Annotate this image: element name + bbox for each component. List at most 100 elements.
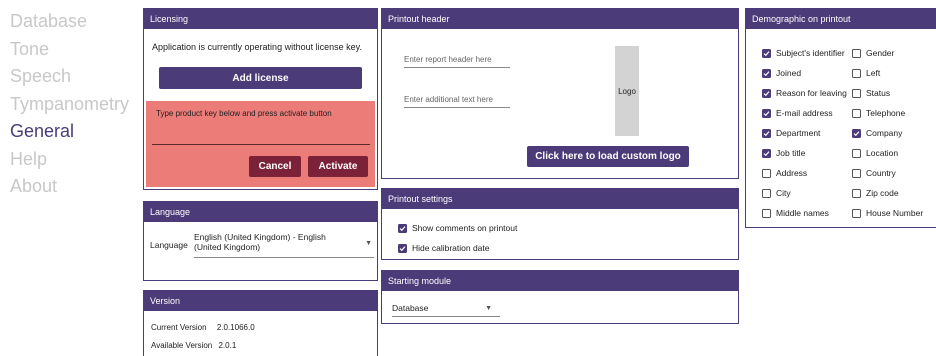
license-key-input[interactable] — [152, 129, 370, 145]
demographic-option-subject-s-identifier[interactable]: Subject's identifier — [762, 48, 845, 58]
language-select[interactable]: English (United Kingdom) - English (Unit… — [194, 232, 374, 258]
checkbox-label: House Number — [866, 208, 924, 218]
nav-item-speech[interactable]: Speech — [10, 63, 140, 91]
checkbox[interactable] — [852, 128, 861, 138]
show-comments-checkbox[interactable] — [398, 223, 407, 233]
checkbox-label: Company — [866, 128, 903, 138]
demographic-option-gender[interactable]: Gender — [852, 48, 894, 58]
hide-calibration-checkbox[interactable] — [398, 243, 407, 253]
starting-module-panel: Starting module Database ▼ — [381, 270, 739, 324]
demographic-option-reason-for-leaving[interactable]: Reason for leaving — [762, 88, 847, 98]
demographic-header: Demographic on printout — [746, 9, 936, 29]
hide-calibration-option[interactable]: Hide calibration date — [398, 243, 490, 253]
checkbox-label: Address — [776, 168, 808, 178]
checkbox[interactable] — [762, 188, 771, 198]
demographic-option-middle-names[interactable]: Middle names — [762, 208, 829, 218]
checkbox[interactable] — [852, 48, 861, 58]
checkbox-label: Joined — [776, 68, 802, 78]
checkbox-label: Telephone — [866, 108, 906, 118]
checkbox-label: Left — [866, 68, 881, 78]
license-key-area: Type product key below and press activat… — [146, 101, 375, 187]
nav-item-tone[interactable]: Tone — [10, 36, 140, 64]
language-header: Language — [144, 202, 377, 222]
checkbox[interactable] — [852, 68, 861, 78]
checkbox-label: Zip code — [866, 188, 899, 198]
current-version-row: Current Version 2.0.1066.0 — [151, 323, 255, 332]
demographic-option-city[interactable]: City — [762, 188, 791, 198]
current-version-value: 2.0.1066.0 — [216, 323, 255, 332]
demographic-option-department[interactable]: Department — [762, 128, 820, 138]
nav-item-tympanometry[interactable]: Tympanometry — [10, 91, 140, 119]
available-version-value: 2.0.1 — [218, 341, 237, 350]
printout-header-title: Printout header — [382, 9, 738, 29]
nav-item-help[interactable]: Help — [10, 146, 140, 174]
checkbox[interactable] — [762, 148, 771, 158]
checkbox[interactable] — [852, 168, 861, 178]
checkbox-label: Reason for leaving — [776, 88, 847, 98]
checkbox-label: Subject's identifier — [776, 48, 845, 58]
license-status-text: Application is currently operating witho… — [152, 42, 362, 52]
show-comments-option[interactable]: Show comments on printout — [398, 223, 517, 233]
checkbox[interactable] — [762, 168, 771, 178]
checkbox[interactable] — [762, 88, 771, 98]
nav-item-database[interactable]: Database — [10, 8, 140, 36]
checkbox[interactable] — [852, 88, 861, 98]
demographic-option-e-mail-address[interactable]: E-mail address — [762, 108, 833, 118]
checkbox[interactable] — [762, 48, 771, 58]
available-version-row: Available Version 2.0.1 — [151, 341, 236, 350]
demographic-option-left[interactable]: Left — [852, 68, 880, 78]
checkbox[interactable] — [852, 148, 861, 158]
demographic-option-joined[interactable]: Joined — [762, 68, 801, 78]
checkbox-label: Location — [866, 148, 899, 158]
checkbox-label: Department — [776, 128, 821, 138]
demographic-option-house-number[interactable]: House Number — [852, 208, 923, 218]
printout-settings-header: Printout settings — [382, 189, 738, 209]
language-label: Language — [150, 240, 188, 250]
logo-placeholder: Logo — [615, 46, 639, 136]
version-header: Version — [144, 291, 377, 311]
language-panel: Language Language English (United Kingdo… — [143, 201, 378, 281]
starting-module-header: Starting module — [382, 271, 738, 291]
activate-button[interactable]: Activate — [308, 156, 368, 177]
language-selected-value: English (United Kingdom) - English (Unit… — [194, 232, 326, 252]
chevron-down-icon: ▼ — [485, 305, 492, 312]
load-logo-button[interactable]: Click here to load custom logo — [527, 146, 689, 167]
demographic-option-country[interactable]: Country — [852, 168, 896, 178]
checkbox[interactable] — [762, 68, 771, 78]
demographic-option-zip-code[interactable]: Zip code — [852, 188, 899, 198]
checkbox-label: Status — [866, 88, 891, 98]
nav-item-about[interactable]: About — [10, 173, 140, 201]
checkbox-label: Country — [866, 168, 896, 178]
cancel-button[interactable]: Cancel — [249, 156, 301, 177]
starting-module-select[interactable]: Database ▼ — [392, 303, 500, 317]
checkbox[interactable] — [852, 208, 861, 218]
checkbox-label: E-mail address — [776, 108, 833, 118]
demographic-option-company[interactable]: Company — [852, 128, 902, 138]
current-version-label: Current Version — [151, 323, 207, 332]
logo-label: Logo — [618, 86, 636, 96]
show-comments-label: Show comments on printout — [412, 223, 518, 233]
demographic-option-status[interactable]: Status — [852, 88, 890, 98]
license-key-prompt: Type product key below and press activat… — [156, 109, 332, 118]
demographic-option-job-title[interactable]: Job title — [762, 148, 805, 158]
checkbox[interactable] — [762, 108, 771, 118]
demographic-option-location[interactable]: Location — [852, 148, 898, 158]
additional-text-input[interactable] — [404, 94, 510, 108]
checkbox-label: Job title — [776, 148, 806, 158]
checkbox[interactable] — [852, 108, 861, 118]
demographic-option-telephone[interactable]: Telephone — [852, 108, 905, 118]
checkbox[interactable] — [762, 208, 771, 218]
starting-module-selected: Database — [392, 303, 429, 313]
demographic-option-address[interactable]: Address — [762, 168, 807, 178]
report-header-input[interactable] — [404, 54, 510, 68]
printout-header-panel: Printout header Logo Click here to load … — [381, 8, 739, 179]
checkbox-label: Middle names — [776, 208, 829, 218]
chevron-down-icon: ▼ — [365, 240, 372, 247]
demographic-panel: Demographic on printout Subject's identi… — [745, 8, 936, 228]
hide-calibration-label: Hide calibration date — [412, 243, 490, 253]
nav-item-general[interactable]: General — [10, 118, 140, 146]
add-license-button[interactable]: Add license — [159, 67, 362, 89]
checkbox[interactable] — [852, 188, 861, 198]
version-panel: Version Current Version 2.0.1066.0 Avail… — [143, 290, 378, 356]
checkbox[interactable] — [762, 128, 771, 138]
